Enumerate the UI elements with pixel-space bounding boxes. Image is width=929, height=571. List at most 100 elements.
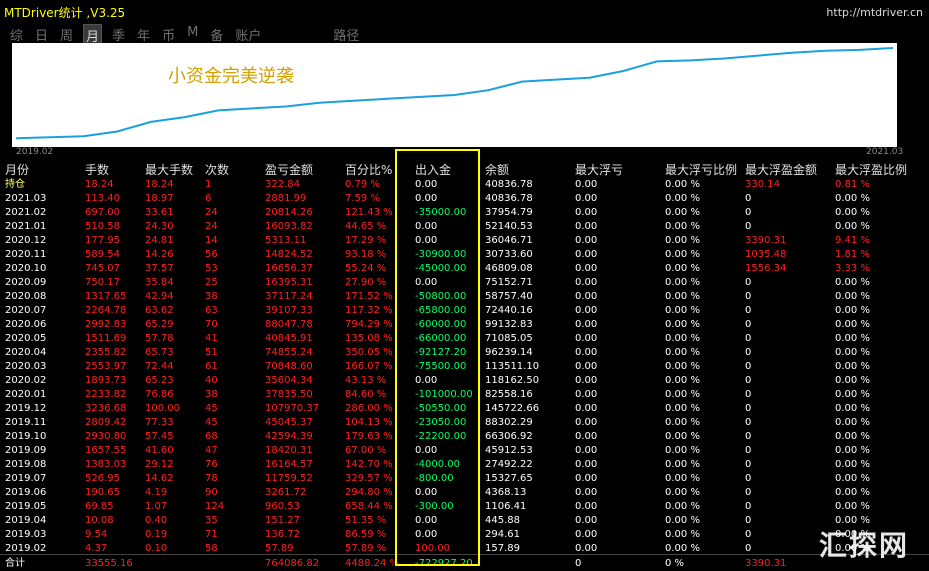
tab-path[interactable]: 路径 (331, 24, 361, 44)
tab-quarter[interactable]: 季 (110, 24, 127, 44)
tab-year[interactable]: 年 (135, 24, 152, 44)
cell-percent: 329.57 % (345, 473, 393, 484)
cell-profit: 40845.91 (265, 333, 313, 344)
tab-month[interactable]: 月 (83, 24, 103, 45)
cell-max-float-profit: 0 (745, 193, 752, 204)
cell-max-float-loss-pct: 0.00 % (665, 221, 700, 232)
cell-lots: 177.95 (85, 235, 120, 246)
cell-month: 2019.09 (5, 445, 47, 456)
tab-account[interactable]: 账户 (233, 24, 263, 44)
cell-max-float-profit: 0 (745, 445, 752, 456)
cell-profit: 14824.52 (265, 249, 313, 260)
cell-max-float-profit: 0 (745, 487, 752, 498)
website-link[interactable]: http://mtdriver.cn (826, 6, 923, 19)
cell-max-float-profit: 0 (745, 431, 752, 442)
cell-percent: 55.24 % (345, 263, 387, 274)
col-header-month[interactable]: 月份 (5, 161, 29, 178)
cell-month: 2020.05 (5, 333, 47, 344)
cell-max-float-profit-pct: 0.00 % (835, 193, 870, 204)
cell-count: 24 (205, 207, 218, 218)
cell-max-float-loss: 0.00 (575, 347, 598, 358)
cell-month: 2020.04 (5, 347, 47, 358)
cell-month: 2019.04 (5, 515, 47, 526)
highlight-box (395, 149, 480, 566)
col-header-max-float-profit-pct[interactable]: 最大浮盈比例 (835, 161, 907, 178)
cell-max-float-loss: 0.00 (575, 389, 598, 400)
cell-max-lots: 14.62 (145, 473, 174, 484)
cell-max-lots: 100.00 (145, 403, 180, 414)
cell-max-float-profit: 0 (745, 375, 752, 386)
cell-max-lots: 29.12 (145, 459, 174, 470)
cell-max-float-loss: 0.00 (575, 501, 598, 512)
cell-balance: 145722.66 (485, 403, 540, 414)
cell-lots: 69.85 (85, 501, 114, 512)
cell-count: 71 (205, 529, 218, 540)
cell-count: 45 (205, 403, 218, 414)
cell-max-float-profit-pct: 0.00 % (835, 403, 870, 414)
tab-week[interactable]: 周 (58, 24, 75, 44)
cell-percent: 142.70 % (345, 459, 393, 470)
cell-month: 2020.03 (5, 361, 47, 372)
total-month: 合计 (5, 558, 25, 569)
tab-currency[interactable]: 币 (160, 24, 177, 44)
tab-m[interactable]: M (185, 24, 200, 44)
cell-max-float-loss: 0.00 (575, 277, 598, 288)
cell-month: 2019.12 (5, 403, 47, 414)
cell-max-float-profit-pct: 9.41 % (835, 235, 870, 246)
cell-max-lots: 77.33 (145, 417, 174, 428)
cell-balance: 445.88 (485, 515, 520, 526)
cell-percent: 117.32 % (345, 305, 393, 316)
cell-max-float-profit: 0 (745, 459, 752, 470)
cell-balance: 58757.40 (485, 291, 533, 302)
cell-balance: 40836.78 (485, 193, 533, 204)
cell-month: 2020.12 (5, 235, 47, 246)
cell-max-lots: 4.19 (145, 487, 168, 498)
col-header-profit[interactable]: 盈亏金额 (265, 161, 313, 178)
cell-month: 2020.07 (5, 305, 47, 316)
cell-balance: 30733.60 (485, 249, 533, 260)
tab-summary[interactable]: 综 (8, 24, 25, 44)
col-header-max-float-loss-pct[interactable]: 最大浮亏比例 (665, 161, 737, 178)
cell-max-float-loss: 0.00 (575, 403, 598, 414)
cell-lots: 10.08 (85, 515, 114, 526)
cell-max-float-profit: 1556.34 (745, 263, 787, 274)
cell-max-float-loss-pct: 0.00 % (665, 459, 700, 470)
cell-month: 2019.03 (5, 529, 47, 540)
col-header-lots[interactable]: 手数 (85, 161, 109, 178)
cell-percent: 135.08 % (345, 333, 393, 344)
cell-profit: 42594.39 (265, 431, 313, 442)
cell-max-float-loss-pct: 0.00 % (665, 193, 700, 204)
cell-max-float-loss-pct: 0.00 % (665, 333, 700, 344)
cell-max-float-profit-pct: 0.00 % (835, 459, 870, 470)
cell-profit: 136.72 (265, 529, 300, 540)
cell-lots: 2992.83 (85, 319, 127, 330)
cell-max-lots: 57.45 (145, 431, 174, 442)
cell-balance: 75152.71 (485, 277, 533, 288)
col-header-balance[interactable]: 余额 (485, 161, 509, 178)
cell-count: 25 (205, 277, 218, 288)
cell-max-float-profit-pct: 0.00 % (835, 291, 870, 302)
cell-max-float-profit-pct: 1.81 % (835, 249, 870, 260)
cell-percent: 67.00 % (345, 445, 387, 456)
tab-notes[interactable]: 备 (208, 24, 225, 44)
cell-max-float-profit: 0 (745, 473, 752, 484)
chart-end-label: 2021.03 (866, 147, 904, 157)
cell-month: 2020.01 (5, 389, 47, 400)
col-header-max-float-loss[interactable]: 最大浮亏 (575, 161, 623, 178)
cell-count: 78 (205, 473, 218, 484)
cell-lots: 589.54 (85, 249, 120, 260)
cell-max-float-profit-pct: 0.00 % (835, 473, 870, 484)
col-header-max-float-profit[interactable]: 最大浮盈金额 (745, 161, 817, 178)
cell-max-float-profit-pct: 0.00 % (835, 389, 870, 400)
tab-day[interactable]: 日 (33, 24, 50, 44)
col-header-count[interactable]: 次数 (205, 161, 229, 178)
cell-percent: 350.05 % (345, 347, 393, 358)
cell-lots: 1317.65 (85, 291, 127, 302)
cell-max-lots: 57.78 (145, 333, 174, 344)
cell-max-lots: 18.97 (145, 193, 174, 204)
cell-max-float-profit-pct: 3.33 % (835, 263, 870, 274)
cell-max-lots: 18.24 (145, 179, 174, 190)
col-header-percent[interactable]: 百分比% (345, 161, 392, 178)
col-header-max-lots[interactable]: 最大手数 (145, 161, 193, 178)
cell-percent: 0.79 % (345, 179, 380, 190)
